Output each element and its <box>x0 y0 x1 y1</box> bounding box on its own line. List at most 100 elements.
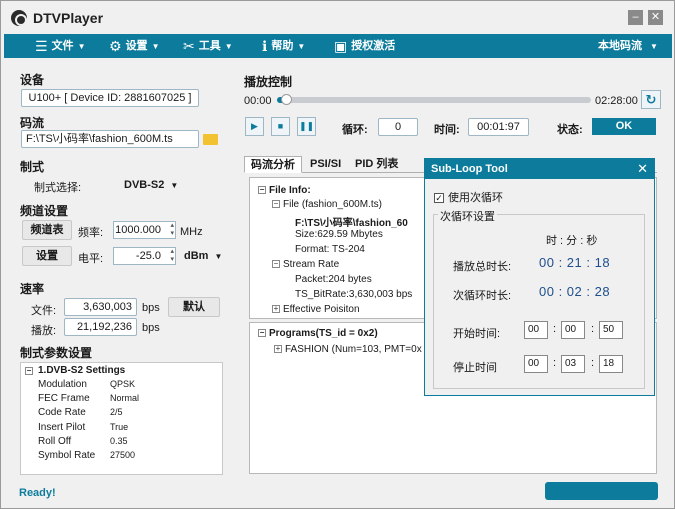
tree-node-format[interactable]: Format: TS-204 <box>295 244 365 255</box>
loop-label: 循环: <box>342 124 368 136</box>
settings-row-key: FEC Frame <box>38 393 90 405</box>
channel-table-button[interactable]: 频道表 <box>22 220 72 240</box>
colon: : <box>553 357 557 369</box>
chevron-down-icon: ▼ <box>77 42 86 51</box>
level-unit-value: dBm <box>184 250 209 262</box>
collapse-icon[interactable]: − <box>25 367 33 375</box>
close-icon[interactable]: ✕ <box>637 159 648 179</box>
check-icon[interactable]: ✓ <box>434 193 444 204</box>
tree-node-stream-rate[interactable]: − Stream Rate <box>272 259 339 270</box>
level-stepper[interactable]: -25.0 <box>113 247 176 265</box>
use-loop-checkbox[interactable]: ✓ 使用次循环 <box>434 189 503 205</box>
settings-row-key: Insert Pilot <box>38 421 86 433</box>
app-title: DTVPlayer <box>33 10 104 26</box>
collapse-icon[interactable]: − <box>258 329 266 338</box>
loop-field[interactable]: 0 <box>378 118 418 136</box>
chevron-down-icon: ▼ <box>297 42 306 51</box>
loop-group: 时 : 分 : 秒 播放总时长: 00 : 21 : 18 次循环时长: 00 … <box>433 214 645 389</box>
params-heading: 制式参数设置 <box>20 346 93 360</box>
settings-row[interactable]: Code Rate 2/5 <box>21 407 222 421</box>
stop-hour-input[interactable]: 00 <box>524 355 548 373</box>
menu-help[interactable]: ℹ 帮助 ▼ <box>262 34 305 58</box>
default-button[interactable]: 默认 <box>168 297 220 317</box>
close-icon[interactable]: ✕ <box>648 10 663 25</box>
progress-track[interactable] <box>277 97 591 103</box>
tree-node-label: FASHION (Num=103, PMT=0x <box>285 344 422 355</box>
menu-file-label: 文件 <box>51 40 74 52</box>
channel-heading: 频道设置 <box>20 204 69 218</box>
tab-psi-si[interactable]: PSI/SI <box>304 156 347 173</box>
menu-settings[interactable]: ⚙ 设置 ▼ <box>109 34 159 58</box>
loop-length-label: 次循环时长: <box>453 290 512 302</box>
stream-path-field[interactable]: F:\TS\小码率\fashion_600M.ts <box>21 130 199 148</box>
tree-node-path[interactable]: F:\TS\小码率\fashion_60 <box>295 214 408 229</box>
rate-play-label: 播放: <box>31 325 57 337</box>
rate-play-field[interactable]: 21,192,236 <box>64 318 137 336</box>
time-label: 时间: <box>434 124 460 136</box>
tree-node-programs[interactable]: − Programs(TS_id = 0x2) <box>258 328 378 339</box>
settings-row-key: Code Rate <box>38 407 86 419</box>
freq-unit: MHz <box>180 226 203 238</box>
sub-loop-dialog: Sub-Loop Tool ✕ ✓ 使用次循环 次循环设置 时 : 分 : 秒 播放… <box>424 158 655 396</box>
time-start: 00:00 <box>244 95 272 107</box>
settings-row-value: 0.35 <box>110 435 128 446</box>
collapse-icon[interactable]: − <box>272 260 280 269</box>
tree-node-bitrate[interactable]: TS_BitRate:3,630,003 bps <box>295 289 412 300</box>
settings-row[interactable]: Insert Pilot True <box>21 422 222 436</box>
settings-group-header[interactable]: −1.DVB-S2 Settings <box>21 365 222 379</box>
tree-node-file[interactable]: − File (fashion_600M.ts) <box>272 199 382 210</box>
stop-second-input[interactable]: 18 <box>599 355 623 373</box>
dialog-title-bar: Sub-Loop Tool ✕ <box>425 159 654 179</box>
tree-node-file-info[interactable]: − File Info: <box>258 185 311 196</box>
settings-row[interactable]: Roll Off 0.35 <box>21 436 222 450</box>
start-second-input[interactable]: 50 <box>599 321 623 339</box>
rate-file-label: 文件: <box>31 305 57 317</box>
settings-group-label: 1.DVB-S2 Settings <box>38 365 126 376</box>
menu-activate[interactable]: ▣ 授权激活 <box>334 34 395 58</box>
tree-node-size[interactable]: Size:629.59 Mbytes <box>295 229 383 240</box>
start-hour-input[interactable]: 00 <box>524 321 548 339</box>
title-bar: DTVPlayer – ✕ <box>1 1 674 34</box>
stop-minute-input[interactable]: 03 <box>561 355 585 373</box>
set-button[interactable]: 设置 <box>22 246 72 266</box>
settings-row[interactable]: Modulation QPSK <box>21 379 222 393</box>
expand-icon[interactable]: + <box>274 345 282 354</box>
standard-select-value: DVB-S2 <box>124 179 165 191</box>
pause-button[interactable]: ❚❚ <box>297 117 316 136</box>
stop-button[interactable]: ■ <box>271 117 290 136</box>
start-minute-input[interactable]: 00 <box>561 321 585 339</box>
play-button[interactable]: ▶ <box>245 117 264 136</box>
collapse-icon[interactable]: − <box>258 186 266 195</box>
standard-select[interactable]: DVB-S2 ▼ <box>124 176 178 194</box>
time-field[interactable]: 00:01:97 <box>468 118 529 136</box>
expand-icon[interactable]: + <box>272 305 280 314</box>
settings-row-value: True <box>110 421 129 432</box>
menu-tools[interactable]: ✂ 工具 ▼ <box>183 34 233 58</box>
tab-stream-analysis[interactable]: 码流分析 <box>244 156 302 173</box>
settings-row[interactable]: Symbol Rate 27500 <box>21 450 222 464</box>
tree-node-program[interactable]: + FASHION (Num=103, PMT=0x <box>274 344 422 355</box>
tree-node-label: Stream Rate <box>283 259 340 270</box>
collapse-icon[interactable]: − <box>272 200 280 209</box>
progress-handle[interactable] <box>281 94 293 105</box>
chevron-down-icon: ▼ <box>650 42 658 51</box>
level-unit-select[interactable]: dBm ▼ <box>184 247 222 265</box>
menu-settings-label: 设置 <box>125 40 148 52</box>
menu-source[interactable]: 本地码流 ▼ <box>598 34 658 58</box>
tree-node-packet[interactable]: Packet:204 bytes <box>295 274 372 285</box>
settings-row[interactable]: FEC Frame Normal <box>21 393 222 407</box>
folder-icon[interactable] <box>203 134 218 145</box>
menu-source-label: 本地码流 <box>598 40 642 52</box>
menu-file[interactable]: ☰ 文件 ▼ <box>35 34 85 58</box>
tab-pid-list[interactable]: PID 列表 <box>349 156 404 173</box>
state-badge: OK <box>592 118 656 135</box>
refresh-icon[interactable]: ↻ <box>641 90 661 109</box>
time-end: 02:28:00 <box>595 95 638 107</box>
tree-node-effective[interactable]: + Effective Poisiton <box>272 304 360 315</box>
rate-file-field[interactable]: 3,630,003 <box>64 298 137 316</box>
settings-row-key: Modulation <box>38 379 87 390</box>
minimize-icon[interactable]: – <box>628 10 643 25</box>
device-field[interactable]: U100+ [ Device ID: 2881607025 ] <box>21 89 199 107</box>
freq-stepper[interactable]: 1000.000 <box>113 221 176 239</box>
stream-heading: 码流 <box>20 116 45 130</box>
